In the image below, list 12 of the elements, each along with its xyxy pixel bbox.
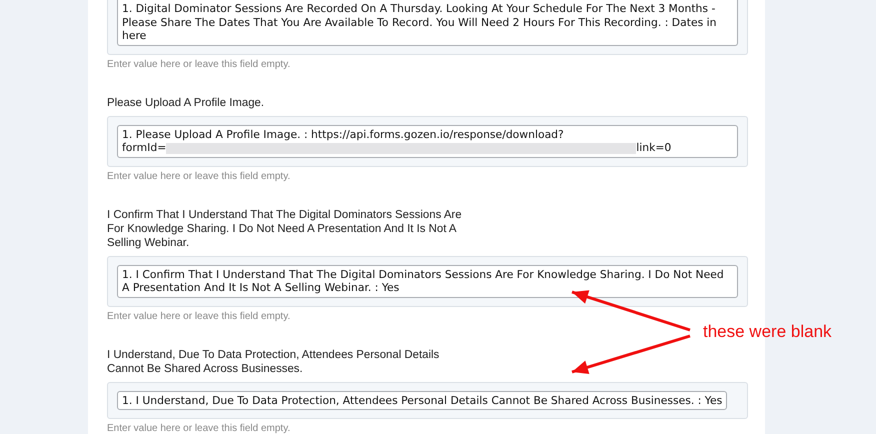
field-hint: Enter value here or leave this field empty. [107, 310, 290, 322]
field-hint: Enter value here or leave this field empty. [107, 58, 290, 70]
field-hint: Enter value here or leave this field empty. [107, 170, 290, 182]
field-label: I Understand, Due To Data Protection, Attendees Personal Details Cannot Be Shared Across Businesses. [107, 348, 440, 376]
answer-field[interactable]: 1. I Understand, Due To Data Protection, Attendees Personal Details Cannot Be Shared Across Businesses. : Yes [117, 390, 728, 410]
field-hint: Enter value here or leave this field empty. [107, 422, 290, 434]
field-label: Please Upload A Profile Image. [107, 96, 266, 110]
annotation-text: these were blank [703, 322, 832, 342]
answer-field[interactable]: 1. Digital Dominator Sessions Are Recorded On A Thursday. Looking At Your Schedule For The Next 3 Months - Please Share The Dates That You Are Available To Record. You Will Need 2 Hours For This Recording. : Dates in here [117, 0, 738, 46]
answer-field[interactable]: 1. I Confirm That I Understand That The Digital Dominators Sessions Are For Knowledge Sharing. I Do Not Need A Presentation And It Is Not A Selling Webinar. : Yes [117, 264, 738, 298]
field-label: I Confirm That I Understand That The Digital Dominators Sessions Are For Knowledge Sharing. I Do Not Need A Presentation And It Is Not A Selling Webinar. [107, 208, 463, 250]
answer-field[interactable]: 1. Please Upload A Profile Image. : https://api.forms.gozen.io/response/download? formId= link=0 [117, 124, 738, 158]
